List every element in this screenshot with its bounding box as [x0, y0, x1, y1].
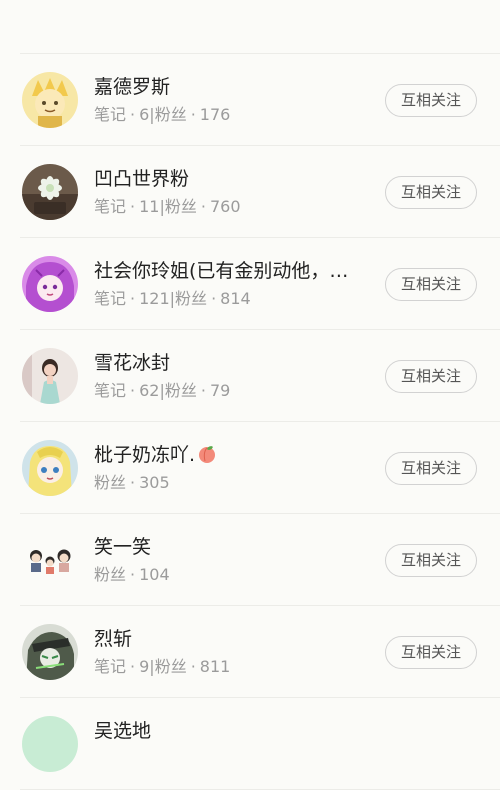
list-item[interactable]: 笑一笑 粉丝 · 104 互相关注	[0, 514, 500, 606]
follow-list: 嘉德罗斯 笔记 · 6|粉丝 · 176 互相关注 凹凸世界粉 笔记 · 11|粉丝 · 760…	[0, 0, 500, 790]
user-name[interactable]: 雪花冰封	[94, 351, 170, 375]
user-stats: 笔记 · 9|粉丝 · 811	[94, 657, 231, 676]
list-item[interactable]: 凹凸世界粉 笔记 · 11|粉丝 · 760 互相关注	[0, 146, 500, 238]
mutual-follow-button[interactable]: 互相关注	[385, 360, 477, 393]
list-item[interactable]: 吴选地	[0, 698, 500, 790]
user-stats: 笔记 · 6|粉丝 · 176	[94, 105, 231, 124]
user-name[interactable]: 嘉德罗斯	[94, 75, 170, 99]
list-item[interactable]: 嘉德罗斯 笔记 · 6|粉丝 · 176 互相关注	[0, 54, 500, 146]
user-stats: 笔记 · 62|粉丝 · 79	[94, 381, 231, 400]
user-stats: 笔记 · 121|粉丝 · 814	[94, 289, 251, 308]
mutual-follow-button[interactable]: 互相关注	[385, 544, 477, 577]
mutual-follow-button[interactable]: 互相关注	[385, 268, 477, 301]
avatar[interactable]	[22, 532, 78, 588]
user-name[interactable]: 吴选地	[94, 719, 151, 743]
mutual-follow-button[interactable]: 互相关注	[385, 84, 477, 117]
avatar[interactable]	[22, 624, 78, 680]
user-name[interactable]: 凹凸世界粉	[94, 167, 189, 191]
avatar[interactable]	[22, 440, 78, 496]
avatar[interactable]	[22, 72, 78, 128]
list-item[interactable]	[0, 0, 500, 54]
list-item[interactable]: 雪花冰封 笔记 · 62|粉丝 · 79 互相关注	[0, 330, 500, 422]
user-name[interactable]: 笑一笑	[94, 535, 151, 559]
list-item[interactable]: 社会你玲姐(已有金别动他，… 笔记 · 121|粉丝 · 814 互相关注	[0, 238, 500, 330]
mutual-follow-button[interactable]: 互相关注	[385, 452, 477, 485]
mutual-follow-button[interactable]: 互相关注	[385, 176, 477, 209]
avatar[interactable]	[22, 256, 78, 312]
user-stats: 粉丝 · 104	[94, 565, 170, 584]
user-name[interactable]: 烈斩	[94, 627, 132, 651]
avatar[interactable]	[22, 716, 78, 772]
user-name[interactable]: 枇子奶冻吖.	[94, 443, 217, 467]
avatar[interactable]	[22, 348, 78, 404]
list-item[interactable]: 枇子奶冻吖. 粉丝 · 305 互相关注	[0, 422, 500, 514]
user-stats: 粉丝 · 305	[94, 473, 170, 492]
avatar[interactable]	[22, 164, 78, 220]
list-item[interactable]: 烈斩 笔记 · 9|粉丝 · 811 互相关注	[0, 606, 500, 698]
peach-icon	[199, 446, 216, 463]
user-name[interactable]: 社会你玲姐(已有金别动他，…	[94, 259, 348, 283]
user-stats: 笔记 · 11|粉丝 · 760	[94, 197, 241, 216]
mutual-follow-button[interactable]: 互相关注	[385, 636, 477, 669]
